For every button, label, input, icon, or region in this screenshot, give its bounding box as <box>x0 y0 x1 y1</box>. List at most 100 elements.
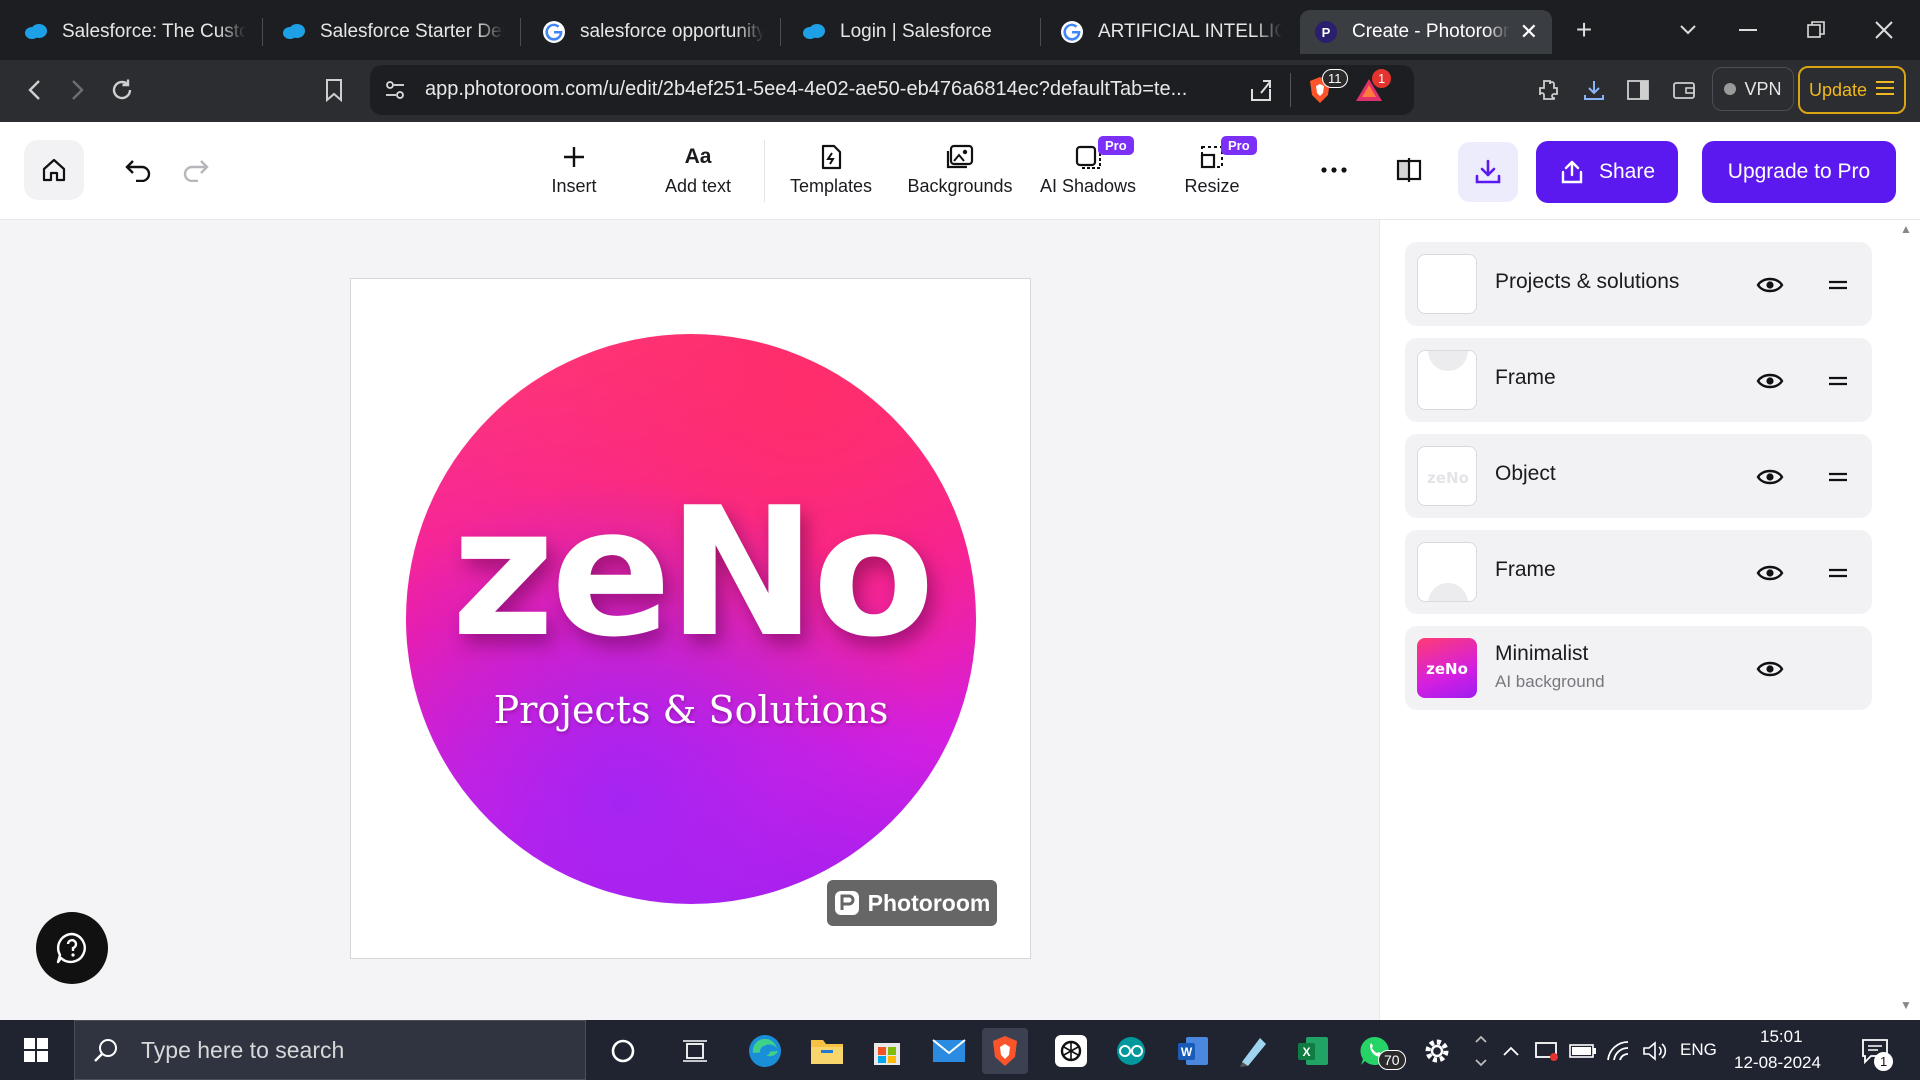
visibility-eye-icon[interactable] <box>1755 270 1785 300</box>
tab-search-chevron-icon[interactable] <box>1666 10 1710 50</box>
close-window-button[interactable] <box>1862 10 1906 50</box>
scroll-up-arrow[interactable]: ▲ <box>1897 222 1915 240</box>
home-button[interactable] <box>24 140 84 200</box>
sidebar-toggle-icon[interactable] <box>1618 70 1658 110</box>
mail-icon[interactable] <box>926 1028 972 1074</box>
layer-subtitle: AI background <box>1495 672 1605 691</box>
excel-icon[interactable]: X <box>1290 1028 1336 1074</box>
arduino-icon[interactable] <box>1108 1028 1154 1074</box>
visibility-eye-icon[interactable] <box>1755 654 1785 684</box>
edge-icon[interactable] <box>742 1028 788 1074</box>
windows-logo-icon <box>24 1038 48 1062</box>
volume-icon[interactable] <box>1638 1028 1672 1074</box>
microsoft-store-icon[interactable] <box>864 1028 910 1074</box>
clock-date[interactable]: 12-08-2024 <box>1734 1053 1821 1073</box>
layer-row[interactable]: zeNo Object <box>1405 434 1872 518</box>
battery-icon[interactable] <box>1566 1028 1600 1074</box>
salesforce-cloud-icon <box>802 20 826 44</box>
wallet-icon[interactable] <box>1664 70 1704 110</box>
logo-background-circle[interactable]: zeNo Projects & Solutions <box>406 334 976 904</box>
compare-icon <box>1396 158 1422 182</box>
task-view-icon[interactable] <box>672 1028 718 1074</box>
cortana-icon[interactable] <box>600 1028 646 1074</box>
visibility-eye-icon[interactable] <box>1755 462 1785 492</box>
download-button[interactable] <box>1458 142 1518 202</box>
compare-button[interactable] <box>1389 150 1429 190</box>
taskbar-scroll-icon[interactable] <box>1470 1028 1492 1074</box>
settings-gear-icon[interactable] <box>1414 1028 1460 1074</box>
layer-row[interactable]: Projects & solutions <box>1405 242 1872 326</box>
visibility-eye-icon[interactable] <box>1755 366 1785 396</box>
taskbar-search-box[interactable]: Type here to search <box>74 1020 586 1080</box>
search-placeholder: Type here to search <box>141 1036 345 1063</box>
help-button[interactable] <box>36 912 108 984</box>
forward-button[interactable] <box>58 70 98 110</box>
artboard[interactable]: zeNo Projects & Solutions Photoroom <box>350 278 1031 959</box>
address-bar[interactable]: app.photoroom.com/u/edit/2b4ef251-5ee4-4… <box>370 65 1414 115</box>
scroll-down-arrow[interactable]: ▼ <box>1897 998 1915 1016</box>
ai-shadows-tool[interactable]: Pro AI Shadows <box>1038 136 1138 204</box>
share-page-icon[interactable] <box>1248 77 1274 108</box>
insert-tool[interactable]: Insert <box>546 144 602 204</box>
tab-photoroom-active[interactable]: P Create - Photoroom ✕ <box>1300 10 1552 54</box>
rewards-count: 1 <box>1372 69 1392 88</box>
layer-row[interactable]: Frame <box>1405 530 1872 614</box>
show-hidden-icons-chevron-icon[interactable] <box>1496 1028 1526 1074</box>
backgrounds-tool[interactable]: Backgrounds <box>904 144 1016 204</box>
canvas-area[interactable]: zeNo Projects & Solutions Photoroom <box>0 220 1379 1020</box>
tab-google-ai[interactable]: ARTIFICIAL INTELLIGENCE <box>1046 10 1296 54</box>
redo-button[interactable] <box>176 150 216 190</box>
notepad-icon[interactable] <box>1230 1028 1276 1074</box>
minimize-window-button[interactable] <box>1726 10 1770 50</box>
update-button[interactable]: Update <box>1798 66 1906 114</box>
meet-now-icon[interactable] <box>1530 1028 1564 1074</box>
logo-subtitle[interactable]: Projects & Solutions <box>406 688 976 732</box>
templates-tool[interactable]: Templates <box>786 144 876 204</box>
resize-icon: Pro <box>1199 136 1257 170</box>
resize-tool[interactable]: Pro Resize <box>1182 136 1257 204</box>
extensions-icon[interactable] <box>1528 70 1568 110</box>
restore-window-button[interactable] <box>1794 10 1838 50</box>
vpn-button[interactable]: VPN <box>1712 67 1794 111</box>
tab-google-opportunity[interactable]: salesforce opportunity t <box>528 10 778 54</box>
layer-row[interactable]: zeNo Minimalist AI background <box>1405 626 1872 710</box>
start-button[interactable] <box>14 1030 58 1070</box>
chatgpt-icon[interactable] <box>1048 1028 1094 1074</box>
drag-handle-icon[interactable] <box>1823 462 1853 492</box>
layer-title: Object <box>1495 462 1556 485</box>
visibility-eye-icon[interactable] <box>1755 558 1785 588</box>
reload-button[interactable] <box>102 70 142 110</box>
tab-salesforce-customer[interactable]: Salesforce: The Customer Company <box>10 10 260 54</box>
drag-handle-icon[interactable] <box>1823 270 1853 300</box>
more-options-button[interactable] <box>1314 150 1354 190</box>
search-icon <box>94 1039 117 1062</box>
back-button[interactable] <box>14 70 54 110</box>
file-explorer-icon[interactable] <box>804 1028 850 1074</box>
downloads-icon[interactable] <box>1574 70 1614 110</box>
svg-text:X: X <box>1302 1045 1310 1059</box>
share-button[interactable]: Share <box>1536 141 1678 203</box>
whatsapp-unread-count: 70 <box>1378 1050 1406 1070</box>
tab-salesforce-login[interactable]: Login | Salesforce <box>788 10 1038 54</box>
photoroom-watermark[interactable]: Photoroom <box>827 880 997 926</box>
bookmark-icon[interactable] <box>314 70 354 110</box>
word-icon[interactable]: W <box>1170 1028 1216 1074</box>
undo-button[interactable] <box>118 150 158 190</box>
new-tab-button[interactable]: + <box>1562 10 1606 50</box>
clock-time[interactable]: 15:01 <box>1760 1027 1803 1047</box>
logo-wordmark[interactable]: zeNo <box>406 484 976 662</box>
tab-salesforce-starter[interactable]: Salesforce Starter Demo <box>268 10 518 54</box>
layer-row[interactable]: Frame <box>1405 338 1872 422</box>
insert-label: Insert <box>551 176 597 196</box>
site-settings-icon[interactable] <box>384 79 406 106</box>
wifi-icon[interactable] <box>1602 1028 1636 1074</box>
url-text: app.photoroom.com/u/edit/2b4ef251-5ee4-4… <box>425 78 1188 100</box>
close-tab-icon[interactable]: ✕ <box>1520 19 1538 45</box>
brave-browser-icon[interactable] <box>982 1028 1028 1074</box>
layer-thumbnail <box>1417 542 1477 602</box>
language-indicator[interactable]: ENG <box>1680 1040 1717 1060</box>
add-text-tool[interactable]: Aa Add text <box>660 144 736 204</box>
upgrade-button[interactable]: Upgrade to Pro <box>1702 141 1896 203</box>
drag-handle-icon[interactable] <box>1823 558 1853 588</box>
drag-handle-icon[interactable] <box>1823 366 1853 396</box>
